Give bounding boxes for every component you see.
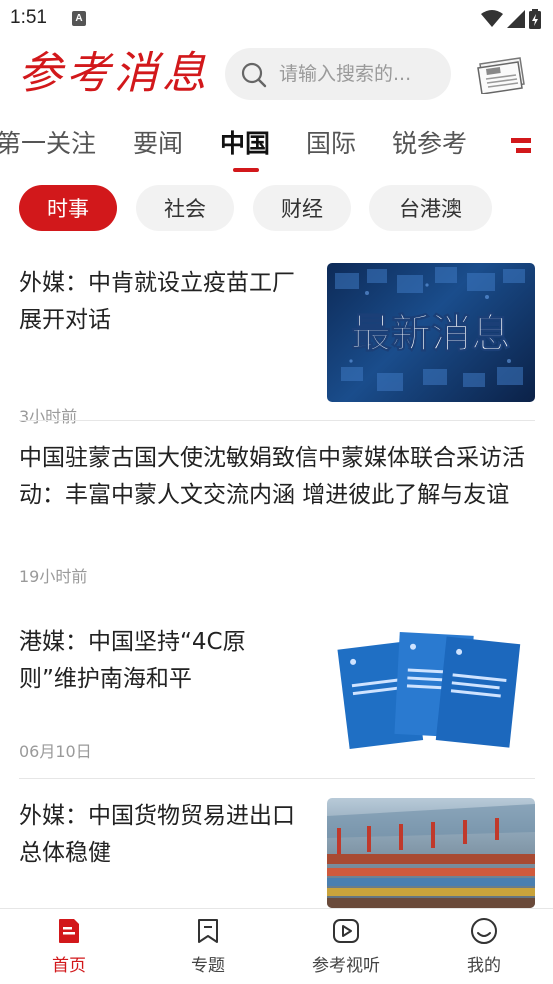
news-time: 06月10日 — [19, 742, 92, 761]
thumbnail-latest-news: 最新消息 — [335, 267, 525, 391]
tab-first-focus[interactable]: 第一关注 — [0, 124, 96, 160]
newspaper-icon[interactable] — [476, 54, 528, 94]
search-icon — [241, 62, 267, 88]
chip-current-affairs[interactable]: 时事 — [19, 185, 117, 231]
tab-china[interactable]: 中国 — [220, 124, 270, 160]
channel-menu-icon[interactable] — [511, 136, 531, 156]
home-doc-icon — [59, 919, 79, 943]
news-title: 中国驻蒙古国大使沈敏娟致信中蒙媒体联合采访活动：丰富中蒙人文交流内涵 增进彼此了… — [19, 445, 525, 508]
logo-wordmark: 参考消息 — [18, 48, 210, 99]
thumbnail-white-papers — [337, 631, 521, 749]
tab-international[interactable]: 国际 — [306, 124, 356, 160]
thumbnail-port — [327, 804, 535, 908]
wifi-icon — [481, 10, 503, 27]
news-title: 外媒：中肯就设立疫苗工厂展开对话 — [19, 270, 295, 333]
app-header: 参考消息 — [0, 38, 553, 112]
news-item[interactable]: 外媒：中肯就设立疫苗工厂展开对话 3小时前 最新消息 — [19, 263, 535, 426]
news-item[interactable]: 外媒：中国货物贸易进出口总体稳健 — [19, 798, 535, 908]
svg-text:参考消息: 参考消息 — [18, 48, 210, 99]
chip-finance[interactable]: 财经 — [253, 185, 351, 231]
chip-taiwan-hk-macau[interactable]: 台港澳 — [369, 185, 492, 231]
play-icon — [333, 919, 359, 943]
divider — [19, 778, 535, 779]
news-title: 港媒：中国坚持“4C原则”维护南海和平 — [19, 629, 246, 692]
news-time: 3小时前 — [19, 407, 78, 426]
search-input[interactable] — [279, 48, 439, 100]
nav-audio-visual[interactable]: 参考视听 — [296, 917, 396, 976]
sub-category-chips: 时事 社会 财经 台港澳 — [0, 185, 553, 233]
app-logo[interactable]: 参考消息 — [16, 42, 212, 104]
nav-label: 专题 — [191, 956, 225, 976]
nav-topics[interactable]: 专题 — [158, 917, 258, 976]
active-tab-indicator — [233, 168, 259, 172]
news-item[interactable]: 中国驻蒙古国大使沈敏娟致信中蒙媒体联合采访活动：丰富中蒙人文交流内涵 增进彼此了… — [19, 440, 535, 590]
smile-icon — [471, 918, 497, 944]
nav-label: 参考视听 — [312, 956, 380, 976]
tab-sharp-reference[interactable]: 锐参考 — [392, 124, 467, 160]
search-bar[interactable] — [225, 48, 451, 100]
news-thumbnail: 最新消息 — [327, 263, 535, 402]
status-icons — [481, 8, 541, 30]
news-time: 19小时前 — [19, 567, 88, 586]
category-tabs: 第一关注 要闻 中国 国际 锐参考 — [0, 118, 553, 174]
news-title: 外媒：中国货物贸易进出口总体稳健 — [19, 803, 295, 866]
status-time: 1:51 — [10, 7, 47, 28]
bottom-navigation: 首页 专题 参考视听 我的 — [0, 908, 553, 984]
thumbnail-text: 最新消息 — [351, 311, 511, 357]
status-bar: 1:51 A — [0, 0, 553, 38]
notification-icon: A — [72, 11, 86, 26]
nav-mine[interactable]: 我的 — [434, 917, 534, 976]
signal-icon — [507, 10, 525, 28]
bookmark-icon — [198, 919, 218, 943]
news-thumbnail — [327, 622, 535, 758]
divider — [19, 420, 535, 421]
battery-icon — [529, 9, 541, 29]
nav-label: 首页 — [52, 956, 86, 976]
news-thumbnail — [327, 798, 535, 908]
chip-society[interactable]: 社会 — [136, 185, 234, 231]
news-item[interactable]: 港媒：中国坚持“4C原则”维护南海和平 06月10日 — [19, 622, 535, 764]
nav-label: 我的 — [467, 956, 501, 976]
tab-headlines[interactable]: 要闻 — [133, 124, 183, 160]
nav-home[interactable]: 首页 — [19, 917, 119, 976]
